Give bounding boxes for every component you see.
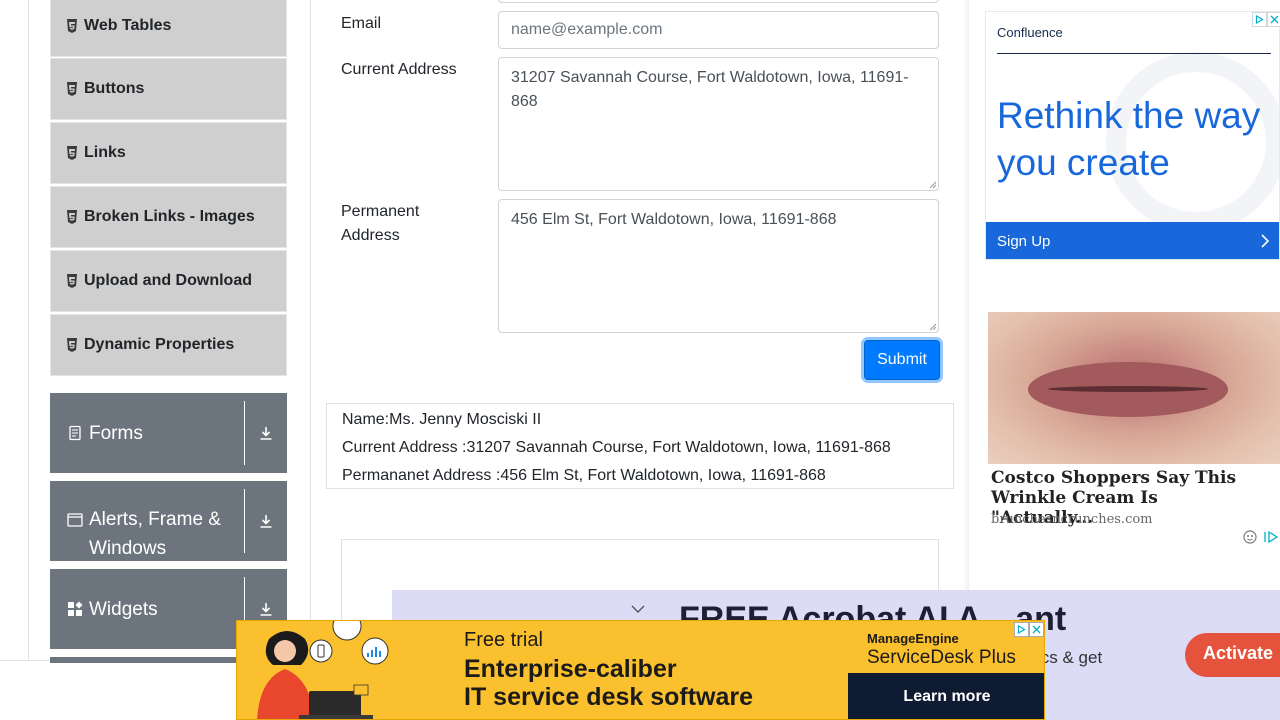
html5-icon (66, 18, 78, 33)
adchoices-icon[interactable] (1263, 530, 1279, 549)
group-label: Forms (89, 422, 143, 444)
illustration-person-laptop-icon (257, 621, 389, 719)
resize-grip-icon[interactable] (929, 181, 937, 189)
brand-name-bottom: ServiceDesk Plus (867, 647, 1016, 668)
permanent-address-value: 456 Elm St, Fort Waldotown, Iowa, 11691-… (511, 211, 837, 228)
name-field[interactable] (498, 0, 939, 3)
ad-headline: Rethink the way you create (997, 95, 1261, 183)
current-address-value: 31207 Savannah Course, Fort Waldotown, I… (511, 69, 909, 110)
ad-headline: Enterprise-caliber IT service desk softw… (464, 655, 753, 711)
html5-icon (66, 146, 78, 160)
sidebar-item-upload-download[interactable]: Upload and Download (50, 250, 287, 312)
current-address-field[interactable]: 31207 Savannah Course, Fort Waldotown, I… (498, 57, 939, 191)
download-icon[interactable] (245, 601, 287, 617)
ad-headline-line1: Enterprise-caliber (464, 655, 677, 683)
sign-up-button[interactable]: Sign Up (986, 222, 1279, 259)
page: Web Tables Buttons Links Broken Links - … (0, 0, 1280, 720)
output-name: Name:Ms. Jenny Mosciski II (342, 411, 542, 428)
sign-up-label: Sign Up (997, 232, 1051, 250)
adchoices-icon[interactable] (1252, 12, 1267, 27)
html5-icon (66, 210, 78, 224)
chevron-right-icon (1261, 234, 1269, 248)
group-label: Alerts, Frame & Windows (89, 509, 221, 559)
sidebar-divider (310, 0, 311, 660)
output-current-address: Current Address :31207 Savannah Course, … (342, 439, 891, 456)
sidebar-item-label: Dynamic Properties (84, 336, 235, 353)
sidebar-item-label: Web Tables (84, 16, 172, 34)
left-border (28, 0, 29, 660)
ad-brand: Confluence (997, 25, 1063, 40)
submit-button[interactable]: Submit (864, 340, 940, 380)
widgets-icon (67, 601, 83, 617)
email-label: Email (341, 15, 382, 32)
sidebar-item-dynamic-properties[interactable]: Dynamic Properties (50, 314, 287, 376)
group-label: Widgets (89, 598, 158, 620)
close-icon[interactable] (1029, 622, 1044, 637)
sidebar-item-label: Upload and Download (84, 272, 252, 289)
sidebar-item-buttons[interactable]: Buttons (50, 58, 287, 120)
download-icon[interactable] (245, 513, 287, 529)
activate-button[interactable]: Activate (1185, 633, 1280, 677)
group-forms[interactable]: Forms (50, 393, 287, 473)
ad-article-source[interactable]: brunchesncrunches.com (991, 512, 1153, 527)
adchoices-icon[interactable] (1014, 622, 1029, 637)
divider (997, 53, 1271, 54)
current-address-label: Current Address (341, 61, 457, 78)
ad-image-lip-gap (1048, 386, 1208, 392)
chevron-down-icon[interactable] (630, 603, 646, 615)
email-field[interactable]: name@example.com (498, 11, 939, 49)
brand-name-top: ManageEngine (867, 631, 959, 646)
permanent-address-label: Permanent Address (341, 203, 420, 244)
ad-badges (1243, 530, 1279, 549)
document-icon (67, 425, 83, 441)
html5-icon (66, 338, 78, 352)
window-icon (67, 512, 83, 528)
close-icon[interactable] (1267, 12, 1280, 27)
learn-more-button[interactable]: Learn more (848, 673, 1044, 719)
sidebar-item-broken-links[interactable]: Broken Links - Images (50, 186, 287, 248)
group-alerts-frame-windows[interactable]: Alerts, Frame & Windows (50, 481, 287, 561)
resize-grip-icon[interactable] (929, 323, 937, 331)
output-permanent-address: Permananet Address :456 Elm St, Fort Wal… (342, 467, 826, 484)
html5-icon (66, 274, 78, 288)
sidebar-item-label: Broken Links - Images (84, 208, 255, 225)
permanent-address-field[interactable]: 456 Elm St, Fort Waldotown, Iowa, 11691-… (498, 199, 939, 333)
servicedesk-ad[interactable]: Free trial Enterprise-caliber IT service… (236, 620, 1045, 720)
html5-icon (66, 82, 78, 96)
ad-image[interactable] (988, 312, 1280, 464)
confluence-ad[interactable]: Confluence Rethink the way you create Si… (985, 11, 1280, 260)
ad-tagline: Free trial (464, 629, 543, 651)
output-panel: Name:Ms. Jenny Mosciski II Current Addre… (326, 403, 954, 489)
sidebar-item-label: Buttons (84, 80, 145, 97)
sidebar-item-label: Links (84, 144, 126, 161)
sidebar-item-web-tables[interactable]: Web Tables (50, 0, 287, 57)
sidebar-item-links[interactable]: Links (50, 122, 287, 184)
download-icon[interactable] (245, 425, 287, 441)
face-icon[interactable] (1243, 530, 1257, 549)
ad-headline-line2: IT service desk software (464, 683, 754, 711)
